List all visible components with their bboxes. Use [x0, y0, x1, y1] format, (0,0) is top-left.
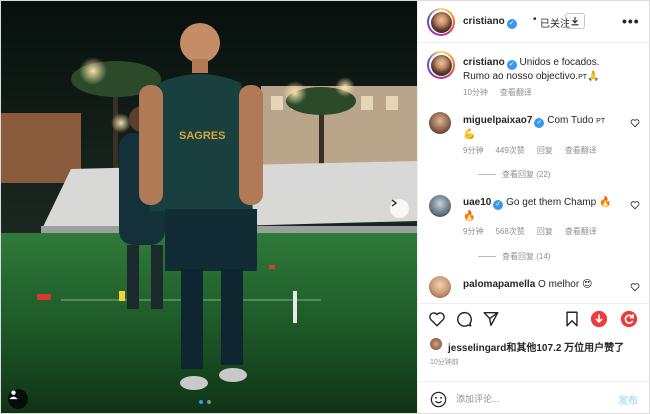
author-username[interactable]: cristiano ✓	[463, 16, 517, 29]
photo-scene: SAGRES	[1, 1, 417, 413]
comment-input[interactable]	[456, 391, 596, 407]
caption-translate-link[interactable]: 查看翻译	[500, 88, 532, 97]
instagram-post-window: SAGRES cristiano ✓ • 已关注 ••• cristiano ✓…	[0, 0, 650, 414]
comment-text: O melhor	[538, 279, 580, 290]
post-photo[interactable]: SAGRES	[1, 1, 417, 413]
comment-like-heart-icon[interactable]	[630, 282, 640, 292]
liker-username[interactable]: jesselingard	[448, 343, 506, 354]
download-button[interactable]	[565, 13, 585, 29]
verified-badge-icon: ✓	[534, 118, 545, 128]
comment-meta: 9分钟 449次赞 回复 查看翻译	[463, 145, 609, 156]
comment-reply-link[interactable]: 回复	[537, 227, 553, 236]
carousel-dot	[199, 400, 203, 404]
post-details-panel: cristiano ✓ • 已关注 ••• cristiano ✓ Unidos e…	[417, 1, 649, 413]
likes-count-text[interactable]: 和其他107.2 万位用户赞了	[506, 343, 624, 354]
bookmark-icon[interactable]	[563, 310, 581, 328]
download-icon	[571, 17, 579, 26]
carousel-indicator	[199, 400, 211, 404]
refresh-circle-icon[interactable]	[620, 310, 638, 328]
carousel-dot	[207, 400, 211, 404]
comment-item: uae10 ✓ Go get them Champ 🔥 🔥	[463, 196, 628, 223]
comment-likes[interactable]: 568次赞	[495, 227, 524, 236]
replies-line	[478, 174, 496, 175]
person-icon	[9, 390, 18, 400]
comment-reply-link[interactable]: 回复	[537, 146, 553, 155]
post-comment-button[interactable]: 发布	[618, 392, 638, 407]
download-circle-icon[interactable]	[590, 310, 608, 328]
next-image-button[interactable]	[390, 199, 409, 218]
comment-item: palomapamella O melhor 😍	[463, 278, 628, 291]
post-header: cristiano ✓ • 已关注 •••	[418, 1, 649, 43]
commenter-avatar[interactable]	[429, 195, 451, 217]
comment-username[interactable]: palomapamella	[463, 279, 535, 290]
view-replies-button[interactable]: 查看回复 (22)	[478, 169, 550, 180]
comment-time: 9分钟	[463, 146, 484, 155]
comment-username[interactable]: miguelpaixao7	[463, 115, 532, 126]
post-actions-bar	[418, 303, 649, 333]
caption-suffix: PT	[578, 74, 588, 81]
tagged-users-button[interactable]	[8, 389, 28, 409]
like-heart-icon[interactable]	[428, 310, 446, 328]
comment-time: 9分钟	[463, 227, 484, 236]
author-avatar[interactable]	[427, 8, 455, 36]
likes-summary[interactable]: jesselingard和其他107.2 万位用户赞了	[448, 339, 624, 354]
comment-translate-link[interactable]: 查看翻译	[565, 146, 597, 155]
muscle-emoji: 💪	[463, 129, 476, 140]
comment-meta: 9分钟 568次赞 回复 查看翻译	[463, 226, 609, 237]
verified-badge-icon: ✓	[506, 60, 517, 70]
comment-text: Com Tudo	[547, 115, 594, 126]
comment-translate-link[interactable]: 查看翻译	[565, 227, 597, 236]
caption-username[interactable]: cristiano	[463, 57, 505, 68]
caption-line-2: Rumo ao nosso objectivo.	[463, 71, 579, 82]
fire-emoji: 🔥	[598, 197, 612, 208]
replies-line	[478, 256, 496, 257]
comment-like-heart-icon[interactable]	[630, 200, 640, 210]
commenter-avatar[interactable]	[429, 276, 451, 298]
share-paper-plane-icon[interactable]	[482, 310, 500, 328]
comment-username[interactable]: uae10	[463, 197, 491, 208]
fire-emoji: 🔥	[463, 211, 476, 222]
liker-avatar[interactable]	[430, 338, 442, 350]
verified-badge-icon: ✓	[506, 19, 517, 29]
caption-time: 10分钟	[463, 88, 488, 97]
comment-item: miguelpaixao7 ✓ Com Tudo PT 💪	[463, 114, 628, 141]
caption-meta: 10分钟 查看翻译	[463, 87, 544, 98]
comment-text: Go get them Champ	[506, 197, 597, 208]
commenter-avatar[interactable]	[429, 112, 451, 134]
more-options-button[interactable]: •••	[622, 13, 640, 29]
caption-line-1: Unidos e focados.	[519, 57, 600, 68]
pray-emoji: 🙏	[587, 71, 600, 82]
caption-avatar[interactable]	[427, 51, 455, 79]
view-replies-button[interactable]: 查看回复 (14)	[478, 251, 550, 262]
svg-text:SAGRES: SAGRES	[179, 130, 225, 142]
comment-suffix: PT	[596, 118, 606, 125]
add-comment-bar: 发布	[418, 381, 649, 413]
chevron-right-icon	[391, 199, 398, 207]
comment-likes[interactable]: 449次赞	[495, 146, 524, 155]
comment-like-heart-icon[interactable]	[630, 118, 640, 128]
heart-eyes-emoji: 😍	[581, 279, 593, 290]
comment-bubble-icon[interactable]	[455, 310, 473, 328]
verified-badge-icon: ✓	[493, 200, 504, 210]
post-timestamp: 10分钟前	[430, 359, 459, 366]
emoji-smiley-icon[interactable]	[430, 391, 447, 408]
post-caption: cristiano ✓ Unidos e focados. Rumo ao nos…	[463, 56, 643, 85]
